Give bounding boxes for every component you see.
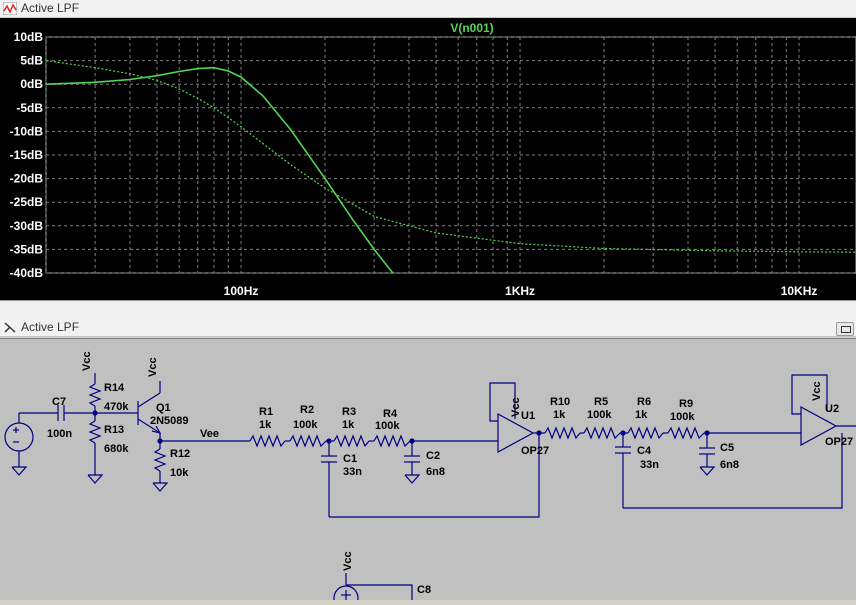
label-c7: C7 [52, 396, 66, 408]
y-tick-label: -35dB [10, 242, 44, 256]
resistor-r9[interactable] [667, 426, 705, 440]
label-r5: R5 [594, 396, 608, 408]
label-u1: U1 [521, 410, 535, 422]
resistor-r2[interactable] [289, 434, 327, 448]
plot-trace-title[interactable]: V(n001) [450, 21, 493, 35]
resistor-r14[interactable] [88, 373, 102, 413]
series-line-2 [46, 60, 856, 253]
window-separator [0, 300, 856, 321]
label-r12: R12 [170, 448, 190, 460]
x-tick-label: 100Hz [224, 284, 259, 298]
series-line-1 [46, 66, 394, 273]
partial-source[interactable] [333, 573, 413, 605]
label-r9-value: 100k [670, 411, 695, 423]
bode-plot[interactable]: 10dB 5dB 0dB -5dB -10dB -15dB -20dB -25dB -30dB -… [0, 18, 856, 300]
label-q1-value: 2N5089 [150, 415, 189, 427]
label-c5: C5 [720, 442, 734, 454]
label-r2-value: 100k [293, 419, 318, 431]
label-c7-value: 100n [47, 428, 72, 440]
label-r13-value: 680k [104, 443, 129, 455]
label-c8: C8 [417, 584, 431, 596]
plot-series [46, 60, 856, 273]
label-r12-value: 10k [170, 467, 189, 479]
capacitor-c5[interactable] [699, 433, 716, 476]
label-r2: R2 [300, 404, 314, 416]
resistor-r5[interactable] [583, 426, 621, 440]
schematic-icon [4, 322, 16, 333]
plot-window-titlebar[interactable]: Active LPF [0, 0, 856, 18]
y-tick-labels: 10dB 5dB 0dB -5dB -10dB -15dB -20dB -25dB -30dB -… [10, 30, 44, 280]
capacitor-c2[interactable] [404, 441, 421, 484]
schematic-window-title: Active LPF [21, 320, 80, 334]
schematic-pane[interactable]: C7 100n Vcc R14 470k R13 680k Vcc Q1 2N5… [0, 338, 856, 605]
voltage-source[interactable] [4, 413, 34, 476]
resistor-r10[interactable] [544, 426, 581, 440]
x-tick-label: 10KHz [781, 284, 818, 298]
label-r14-value: 470k [104, 401, 129, 413]
label-q1: Q1 [156, 402, 171, 414]
label-r13: R13 [104, 424, 124, 436]
x-tick-labels: 100Hz 1KHz 10KHz [224, 284, 818, 298]
label-r10: R10 [550, 396, 570, 408]
y-tick-label: 10dB [14, 30, 44, 44]
label-r3: R3 [342, 406, 356, 418]
label-c1-value: 33n [343, 466, 362, 478]
label-r5-value: 100k [587, 409, 612, 421]
y-tick-label: 0dB [20, 77, 43, 91]
schematic-canvas[interactable]: C7 100n Vcc R14 470k R13 680k Vcc Q1 2N5… [0, 339, 856, 605]
label-r6: R6 [637, 396, 651, 408]
resistor-r13[interactable] [87, 413, 104, 484]
waveform-plot-pane[interactable]: 10dB 5dB 0dB -5dB -10dB -15dB -20dB -25dB -30dB -… [0, 18, 856, 300]
label-vcc2: Vcc [147, 357, 159, 377]
label-r6-value: 1k [635, 409, 648, 421]
plot-grid [45, 36, 856, 274]
schematic-window-titlebar[interactable]: Active LPF [0, 319, 856, 337]
y-tick-label: -25dB [10, 195, 44, 209]
label-c5-value: 6n8 [720, 459, 739, 471]
label-vcc4: Vcc [811, 381, 823, 401]
label-u1-value: OP27 [521, 445, 549, 457]
resistor-r4[interactable] [373, 434, 411, 448]
y-tick-label: -20dB [10, 172, 44, 186]
label-vcc5: Vcc [342, 551, 354, 571]
opamp-u2[interactable] [791, 374, 856, 447]
resistor-r1[interactable] [249, 434, 286, 448]
label-vcc1: Vcc [81, 351, 93, 371]
label-r1-value: 1k [259, 419, 272, 431]
plot-window-title: Active LPF [21, 1, 80, 15]
label-r14: R14 [104, 382, 125, 394]
waveform-icon [3, 2, 17, 15]
label-r4: R4 [383, 408, 398, 420]
restore-button[interactable] [836, 322, 854, 336]
label-u2: U2 [825, 403, 839, 415]
label-c4-value: 33n [640, 459, 659, 471]
y-tick-label: 5dB [20, 54, 43, 68]
y-tick-label: -5dB [16, 101, 43, 115]
label-r10-value: 1k [553, 409, 566, 421]
label-c2-value: 6n8 [426, 466, 445, 478]
resistor-r12[interactable] [152, 448, 169, 492]
label-vee: Vee [200, 428, 219, 440]
resistor-r3[interactable] [333, 434, 370, 448]
capacitor-c1[interactable] [321, 441, 337, 517]
x-tick-label: 1KHz [505, 284, 535, 298]
label-r9: R9 [679, 398, 693, 410]
label-r4-value: 100k [375, 420, 400, 432]
label-c1: C1 [343, 453, 357, 465]
label-r1: R1 [259, 406, 273, 418]
label-c4: C4 [637, 445, 652, 457]
y-tick-label: -30dB [10, 219, 44, 233]
capacitor-c4[interactable] [615, 433, 631, 508]
y-tick-label: -40dB [10, 266, 44, 280]
y-tick-label: -15dB [10, 148, 44, 162]
label-u2-value: OP27 [825, 436, 853, 448]
label-c2: C2 [426, 450, 440, 462]
y-tick-label: -10dB [10, 124, 44, 138]
label-r3-value: 1k [342, 419, 355, 431]
resistor-r6[interactable] [627, 426, 664, 440]
